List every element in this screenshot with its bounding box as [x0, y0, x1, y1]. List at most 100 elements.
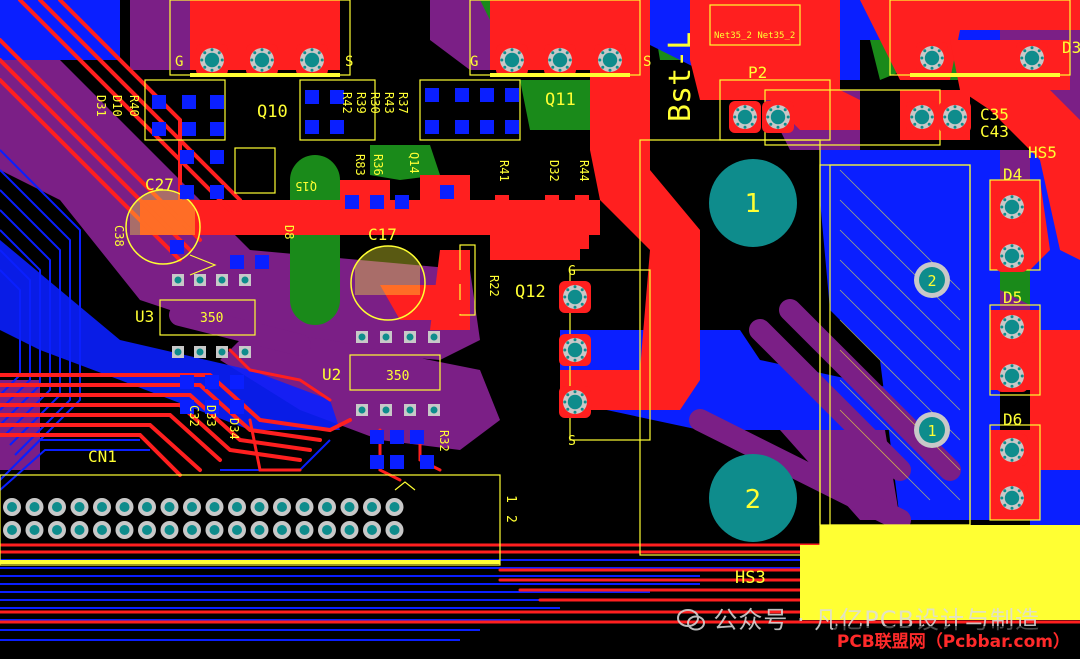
- smd-pad: [450, 300, 464, 314]
- smd-pad: [425, 120, 439, 134]
- smd-pad: [152, 95, 166, 109]
- through-hole-pad: [594, 44, 626, 76]
- header-pin: [25, 521, 44, 539]
- header-pin: [385, 498, 404, 516]
- smd-pad: [505, 88, 519, 102]
- through-hole-pad: [559, 281, 591, 313]
- smd-pad: [170, 240, 184, 254]
- ic-pin: [380, 404, 392, 416]
- through-hole-pad: [196, 44, 228, 76]
- ic-pin: [194, 274, 206, 286]
- header-pin: [115, 521, 134, 539]
- header-pin: [138, 498, 156, 516]
- through-hole-pad: [939, 101, 971, 133]
- label-u3: U3: [135, 307, 154, 326]
- header-pin: [318, 521, 336, 539]
- label-p2: P2: [748, 63, 767, 82]
- header-pin: [228, 521, 246, 539]
- label-r36: R36: [371, 154, 385, 176]
- smd-pad: [182, 95, 196, 109]
- label-d31: D31: [94, 95, 108, 117]
- label-r22: R22: [487, 275, 501, 297]
- ic-pin: [172, 274, 184, 286]
- label-q10: Q10: [257, 102, 288, 122]
- header-pin: [340, 521, 359, 539]
- smd-pad: [520, 235, 534, 249]
- label-r42: R42: [340, 92, 354, 114]
- header-pin: [70, 521, 89, 539]
- label-r37: R37: [396, 92, 410, 114]
- header-pin: [205, 521, 224, 539]
- through-hole-pad: [996, 191, 1028, 223]
- header-pin: [138, 521, 156, 539]
- label-cn1: CN1: [88, 447, 117, 466]
- smd-pad: [440, 185, 454, 199]
- label-q10-source: S: [345, 54, 353, 70]
- label-q11-source: S: [643, 54, 651, 70]
- through-hole-pad: [916, 42, 948, 74]
- label-q12-gate: G: [568, 264, 576, 279]
- header-pin: [273, 498, 291, 516]
- label-r41: R41: [497, 160, 511, 182]
- through-hole-pad: [559, 334, 591, 366]
- smd-pad: [255, 255, 269, 269]
- pcb-board: Q10 Q11 Q12 P2 C27 C17 C35 C43 HS5 HS3 U…: [0, 0, 1080, 641]
- source-credit: PCB联盟网（Pcbbar.com）: [832, 626, 1074, 653]
- ic-pin: [216, 274, 228, 286]
- smd-pad: [395, 195, 409, 209]
- header-pin: [363, 498, 381, 516]
- header-pin: [205, 498, 224, 516]
- ic-pin: [356, 331, 368, 343]
- header-pin: [3, 521, 21, 539]
- smd-pad: [425, 88, 439, 102]
- through-hole-pad: [496, 44, 528, 76]
- smd-pad: [210, 95, 224, 109]
- smd-pad: [480, 120, 494, 134]
- smd-pad: [370, 430, 384, 444]
- smd-pad: [180, 150, 194, 164]
- through-hole-pad: [1016, 42, 1048, 74]
- label-q11: Q11: [545, 90, 576, 110]
- header-pin: [93, 521, 111, 539]
- smd-pad: [210, 150, 224, 164]
- hs5-pad2-number: 2: [927, 272, 936, 290]
- smd-pad: [455, 88, 469, 102]
- label-q15: Q15: [295, 179, 317, 193]
- cn1-pin2-number: 2: [503, 515, 518, 523]
- smd-pad: [180, 375, 194, 389]
- through-hole-pad: [996, 311, 1028, 343]
- label-c17: C17: [368, 225, 397, 244]
- smd-pad: [420, 455, 434, 469]
- smd-pad: [505, 120, 519, 134]
- smd-pad: [230, 255, 244, 269]
- label-hs5: HS5: [1028, 143, 1057, 162]
- label-d5: D5: [1003, 288, 1022, 307]
- ic-pin: [239, 346, 251, 358]
- label-c43: C43: [980, 122, 1009, 141]
- header-pin: [295, 521, 314, 539]
- hs5-pad1-number: 1: [927, 422, 936, 440]
- smd-pad: [345, 195, 359, 209]
- header-pin: [93, 498, 111, 516]
- header-pin: [363, 521, 381, 539]
- label-d4: D4: [1003, 165, 1022, 184]
- through-hole-pad: [996, 482, 1028, 514]
- header-pin: [295, 498, 314, 516]
- smd-pad: [450, 270, 464, 284]
- cn1-header-pins: [3, 498, 404, 539]
- smd-pad: [230, 375, 244, 389]
- label-c38: C38: [112, 225, 126, 247]
- through-hole-pad: [246, 44, 278, 76]
- header-pin: [183, 498, 201, 516]
- cn1-pin1-number: 1: [503, 495, 518, 503]
- ic-pin: [172, 346, 184, 358]
- label-d33: D33: [204, 405, 218, 427]
- label-r32: R32: [437, 430, 451, 452]
- through-hole-pad: [996, 434, 1028, 466]
- through-hole-pad: [762, 101, 794, 133]
- smd-pad: [305, 90, 319, 104]
- smd-pad: [205, 375, 219, 389]
- pcb-layout-canvas: Q10 Q11 Q12 P2 C27 C17 C35 C43 HS5 HS3 U…: [0, 0, 1080, 659]
- smd-pad: [520, 210, 534, 224]
- smd-pad: [370, 195, 384, 209]
